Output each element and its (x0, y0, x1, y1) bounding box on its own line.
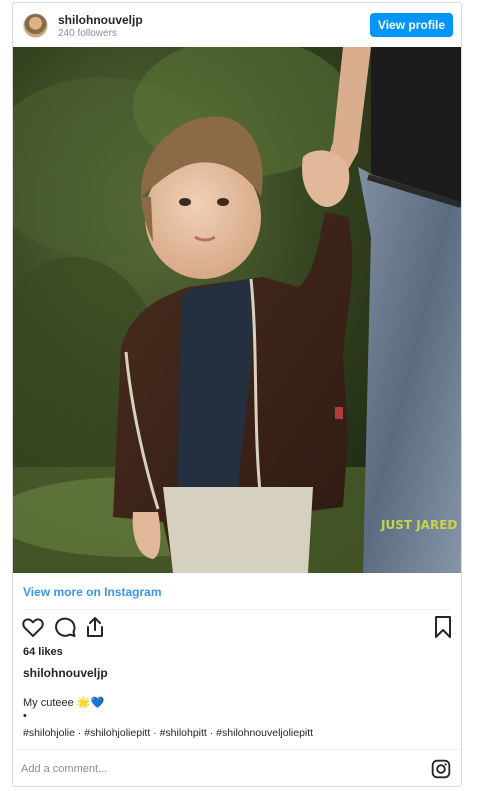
comment-bar (13, 749, 461, 787)
caption-username[interactable]: shilohnouveljp (23, 666, 108, 680)
post-photo[interactable]: JUST JARED (13, 47, 461, 573)
comment-input[interactable] (21, 759, 401, 779)
username[interactable]: shilohnouveljp (58, 13, 143, 27)
bookmark-icon[interactable] (431, 615, 455, 639)
photo-watermark: JUST JARED (380, 518, 457, 532)
like-count[interactable]: 64 likes (23, 646, 63, 658)
share-icon[interactable] (83, 615, 107, 639)
follower-count: 240 followers (58, 28, 117, 39)
instagram-icon[interactable] (431, 759, 451, 779)
heart-icon[interactable] (21, 615, 45, 639)
post-header: shilohnouveljp 240 followers View profil… (13, 3, 461, 47)
action-bar (21, 615, 455, 641)
hashtag-list[interactable]: #shilohjolie · #shilohjoliepitt · #shilo… (23, 727, 313, 739)
caption-bullet: • (23, 710, 27, 722)
instagram-embed: shilohnouveljp 240 followers View profil… (12, 2, 462, 787)
view-profile-button[interactable]: View profile (370, 13, 453, 37)
caption-text: My cuteee 🌟💙 (23, 697, 105, 709)
avatar[interactable] (23, 13, 48, 38)
comment-icon[interactable] (53, 615, 77, 639)
view-more-link[interactable]: View more on Instagram (23, 585, 162, 599)
divider (23, 609, 451, 610)
